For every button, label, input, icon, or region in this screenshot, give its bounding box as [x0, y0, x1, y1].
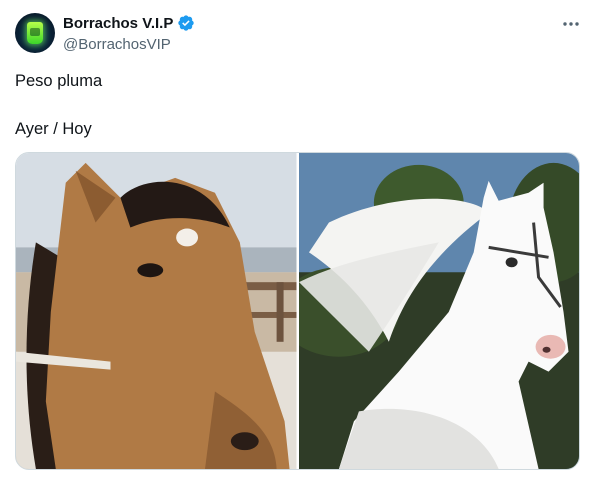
avatar[interactable]	[15, 13, 55, 53]
photo-brown-horse[interactable]	[16, 153, 297, 469]
author-name-row: Borrachos V.I.P	[63, 14, 195, 32]
verified-badge-icon	[178, 15, 195, 31]
tweet-text-line: Peso pluma	[15, 72, 103, 90]
author-display-name[interactable]: Borrachos V.I.P	[63, 15, 173, 32]
green-cup-icon	[27, 22, 43, 44]
photo-white-horse[interactable]	[298, 153, 579, 469]
media-grid	[15, 152, 580, 470]
more-options-icon[interactable]	[560, 16, 582, 32]
white-horse-icon	[298, 153, 579, 469]
brown-horse-icon	[16, 153, 297, 469]
tweet-text-line: Ayer / Hoy	[15, 120, 92, 138]
author-handle[interactable]: @BorrachosVIP	[63, 36, 171, 53]
